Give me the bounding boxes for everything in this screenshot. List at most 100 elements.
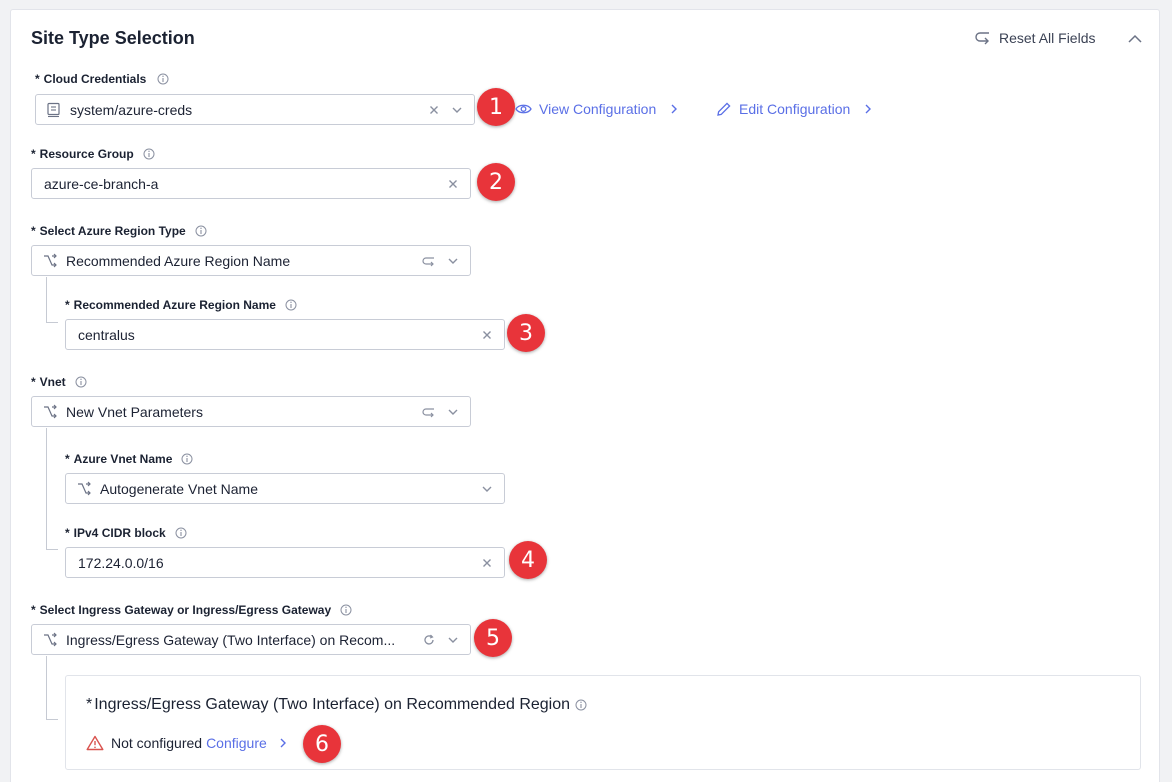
gateway-config-status: Not configured Configure bbox=[86, 735, 289, 751]
region-type-value: Recommended Azure Region Name bbox=[66, 252, 291, 269]
info-icon bbox=[157, 73, 169, 85]
cidr-label: * IPv4 CIDR block bbox=[65, 526, 187, 540]
callout-badge-2: 2 bbox=[477, 163, 515, 201]
reset-all-fields-label: Reset All Fields bbox=[999, 30, 1096, 46]
gateway-config-card: * Ingress/Egress Gateway (Two Interface)… bbox=[65, 675, 1141, 770]
tree-connector bbox=[46, 428, 47, 550]
region-name-label-text: Recommended Azure Region Name bbox=[73, 298, 276, 312]
region-type-label: * Select Azure Region Type bbox=[31, 224, 207, 238]
required-marker: * bbox=[31, 603, 36, 617]
vnet-name-select[interactable]: Autogenerate Vnet Name bbox=[65, 473, 505, 504]
vnet-name-label: * Azure Vnet Name bbox=[65, 452, 193, 466]
info-icon bbox=[195, 225, 207, 237]
eye-icon bbox=[515, 104, 532, 114]
chevron-down-icon[interactable] bbox=[446, 405, 460, 419]
required-marker: * bbox=[65, 298, 70, 312]
edit-configuration-link[interactable]: Edit Configuration bbox=[716, 101, 874, 117]
cidr-label-text: IPv4 CIDR block bbox=[73, 526, 166, 540]
close-icon[interactable] bbox=[480, 556, 494, 570]
swap-arrow-icon[interactable] bbox=[422, 254, 436, 268]
callout-badge-5: 5 bbox=[474, 619, 512, 657]
required-marker: * bbox=[31, 147, 36, 161]
tree-connector bbox=[46, 277, 47, 323]
resource-group-label: * Resource Group bbox=[31, 147, 155, 161]
tree-connector bbox=[46, 656, 47, 720]
required-marker: * bbox=[65, 526, 70, 540]
chevron-right-icon bbox=[865, 104, 872, 114]
close-icon[interactable] bbox=[446, 177, 460, 191]
info-icon bbox=[175, 527, 187, 539]
vnet-name-label-text: Azure Vnet Name bbox=[73, 452, 173, 466]
required-marker: * bbox=[86, 696, 93, 713]
view-configuration-label: View Configuration bbox=[539, 101, 657, 117]
pencil-icon bbox=[717, 102, 731, 116]
required-marker: * bbox=[65, 452, 70, 466]
region-type-select[interactable]: Recommended Azure Region Name bbox=[31, 245, 471, 276]
resource-group-label-text: Resource Group bbox=[39, 147, 134, 161]
chevron-down-icon[interactable] bbox=[446, 633, 460, 647]
chevron-right-icon bbox=[671, 104, 678, 114]
vnet-value: New Vnet Parameters bbox=[66, 403, 203, 420]
resource-group-value: azure-ce-branch-a bbox=[44, 175, 159, 192]
gateway-config-title: * Ingress/Egress Gateway (Two Interface)… bbox=[86, 696, 587, 714]
cidr-input[interactable]: 172.24.0.0/16 bbox=[65, 547, 505, 578]
cloud-credentials-label-text: Cloud Credentials bbox=[43, 72, 147, 86]
chevron-right-icon[interactable] bbox=[277, 737, 289, 749]
region-name-input[interactable]: centralus bbox=[65, 319, 505, 350]
callout-badge-6: 6 bbox=[303, 725, 341, 763]
required-marker: * bbox=[35, 72, 40, 86]
branch-choice-icon bbox=[44, 253, 57, 267]
gateway-config-title-text: Ingress/Egress Gateway (Two Interface) o… bbox=[94, 696, 571, 713]
view-configuration-link[interactable]: View Configuration bbox=[515, 101, 680, 117]
refresh-icon[interactable] bbox=[422, 633, 436, 647]
branch-choice-icon bbox=[78, 481, 91, 495]
required-marker: * bbox=[31, 375, 36, 389]
vnet-select[interactable]: New Vnet Parameters bbox=[31, 396, 471, 427]
credential-list-icon bbox=[47, 102, 60, 117]
configure-link[interactable]: Configure bbox=[206, 735, 267, 751]
chevron-down-icon[interactable] bbox=[446, 254, 460, 268]
close-icon[interactable] bbox=[480, 328, 494, 342]
info-icon bbox=[285, 299, 297, 311]
info-icon bbox=[75, 376, 87, 388]
info-icon bbox=[340, 604, 352, 616]
branch-choice-icon bbox=[44, 404, 57, 418]
info-icon bbox=[181, 453, 193, 465]
info-icon bbox=[575, 699, 587, 711]
resource-group-input[interactable]: azure-ce-branch-a bbox=[31, 168, 471, 199]
warning-triangle-icon bbox=[86, 735, 104, 751]
section-title: Site Type Selection bbox=[31, 28, 195, 48]
region-type-label-text: Select Azure Region Type bbox=[39, 224, 186, 238]
tree-connector bbox=[46, 549, 58, 550]
required-marker: * bbox=[31, 224, 36, 238]
gateway-value: Ingress/Egress Gateway (Two Interface) o… bbox=[66, 631, 396, 648]
callout-badge-3: 3 bbox=[507, 314, 545, 352]
cidr-value: 172.24.0.0/16 bbox=[78, 554, 164, 571]
vnet-label-text: Vnet bbox=[39, 375, 66, 389]
reset-arrow-icon bbox=[975, 32, 989, 45]
gateway-select[interactable]: Ingress/Egress Gateway (Two Interface) o… bbox=[31, 624, 471, 655]
cloud-credentials-value: system/azure-creds bbox=[70, 101, 193, 118]
tree-connector bbox=[46, 719, 58, 720]
info-icon bbox=[143, 148, 155, 160]
callout-badge-4: 4 bbox=[509, 541, 547, 579]
callout-badge-1: 1 bbox=[477, 88, 515, 126]
cloud-credentials-select[interactable]: system/azure-creds bbox=[35, 94, 475, 125]
close-icon[interactable] bbox=[427, 103, 441, 117]
region-name-value: centralus bbox=[78, 326, 135, 343]
chevron-down-icon[interactable] bbox=[450, 103, 464, 117]
gateway-label-text: Select Ingress Gateway or Ingress/Egress… bbox=[39, 603, 332, 617]
cloud-credentials-label: * Cloud Credentials bbox=[35, 72, 169, 86]
tree-connector bbox=[46, 322, 58, 323]
vnet-name-value: Autogenerate Vnet Name bbox=[100, 480, 258, 497]
gateway-label: * Select Ingress Gateway or Ingress/Egre… bbox=[31, 603, 352, 617]
region-name-label: * Recommended Azure Region Name bbox=[65, 298, 297, 312]
status-text: Not configured bbox=[111, 735, 203, 751]
edit-configuration-label: Edit Configuration bbox=[739, 101, 851, 117]
swap-arrow-icon[interactable] bbox=[422, 405, 436, 419]
reset-all-fields-button[interactable]: Reset All Fields bbox=[974, 30, 1095, 46]
chevron-up-icon[interactable] bbox=[1126, 30, 1144, 48]
branch-choice-icon bbox=[44, 632, 57, 646]
vnet-label: * Vnet bbox=[31, 375, 87, 389]
chevron-down-icon[interactable] bbox=[480, 482, 494, 496]
